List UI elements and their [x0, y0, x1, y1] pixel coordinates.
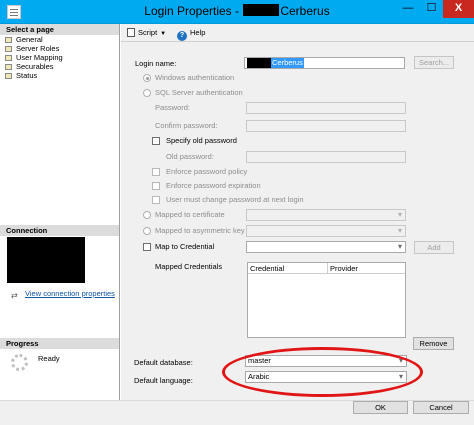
default-language-label: Default language: — [134, 376, 193, 385]
redacted-login-prefix — [247, 58, 271, 68]
help-label: Help — [190, 28, 206, 37]
password-label: Password: — [155, 103, 191, 112]
help-icon: ? — [177, 31, 187, 41]
specify-old-password-checkbox[interactable] — [152, 137, 160, 145]
login-name-field[interactable]: Cerberus — [244, 57, 405, 69]
default-database-value: master — [248, 356, 271, 365]
connection-icon: ⇄ — [11, 291, 18, 300]
remove-button[interactable]: Remove — [413, 337, 454, 350]
old-password-label: Old password: — [166, 152, 214, 161]
minimize-button[interactable]: — — [396, 0, 420, 18]
connection-heading: Connection — [0, 225, 119, 236]
sidebar-item-securables[interactable]: Securables — [5, 62, 63, 71]
script-label: Script — [138, 28, 158, 37]
windows-auth-label: Windows authentication — [155, 73, 235, 82]
sidebar-item-user-mapping[interactable]: User Mapping — [5, 53, 63, 62]
default-language-select[interactable]: Arabic — [245, 371, 407, 383]
map-credential-label: Map to Credential — [155, 242, 215, 251]
password-field[interactable] — [246, 102, 406, 114]
help-button[interactable]: ? Help — [177, 27, 206, 41]
sidebar-item-label: User Mapping — [16, 53, 63, 62]
map-credential-checkbox[interactable] — [143, 243, 151, 251]
sidebar-item-label: Status — [16, 71, 38, 80]
grid-header: Credential Provider — [248, 263, 405, 274]
progress-status: Ready — [38, 354, 60, 363]
redacted-connection-info — [7, 237, 85, 283]
sidebar-item-server-roles[interactable]: Server Roles — [5, 44, 63, 53]
chevron-down-icon[interactable]: ▼ — [160, 31, 166, 37]
sidebar-item-label: Server Roles — [16, 44, 60, 53]
login-name-value: Cerberus — [271, 58, 304, 68]
sql-auth-radio[interactable] — [143, 89, 151, 97]
must-change-checkbox[interactable] — [152, 196, 160, 204]
window-title-prefix: Login Properties - — [144, 4, 243, 18]
dialog-footer: OK Cancel — [0, 400, 474, 425]
certificate-select[interactable] — [246, 209, 406, 221]
default-database-select[interactable]: master — [245, 355, 407, 367]
sql-auth-label: SQL Server authentication — [155, 88, 243, 97]
cancel-button[interactable]: Cancel — [413, 401, 469, 414]
confirm-password-label: Confirm password: — [155, 121, 218, 130]
select-page-heading: Select a page — [0, 24, 119, 35]
mapped-certificate-radio[interactable] — [143, 211, 151, 219]
page-list: General Server Roles User Mapping Secura… — [5, 35, 63, 80]
redacted-server-name — [243, 4, 280, 16]
confirm-password-field[interactable] — [246, 120, 406, 132]
toolbar: Script ▼ ? Help — [121, 24, 474, 41]
sidebar-item-label: Securables — [16, 62, 54, 71]
progress-spinner-icon — [11, 354, 28, 371]
sidebar-item-general[interactable]: General — [5, 35, 63, 44]
mapped-credentials-label: Mapped Credentials — [155, 262, 223, 271]
default-database-label: Default database: — [134, 358, 193, 367]
window-title-login: Cerberus — [280, 4, 330, 18]
credential-select[interactable] — [246, 241, 406, 253]
page-icon — [5, 55, 12, 61]
enforce-policy-label: Enforce password policy — [166, 167, 248, 176]
toolbar-divider — [121, 41, 474, 42]
asym-key-select[interactable] — [246, 225, 406, 237]
ok-button[interactable]: OK — [353, 401, 408, 414]
page-icon — [5, 64, 12, 70]
script-button[interactable]: Script ▼ — [127, 27, 166, 38]
sidebar-item-status[interactable]: Status — [5, 71, 63, 80]
specify-old-password-label: Specify old password — [166, 136, 237, 145]
enforce-expiration-checkbox[interactable] — [152, 182, 160, 190]
grid-column-provider[interactable]: Provider — [327, 263, 358, 274]
old-password-field[interactable] — [246, 151, 406, 163]
progress-heading: Progress — [0, 338, 119, 349]
mapped-asym-key-label: Mapped to asymmetric key — [155, 226, 245, 235]
enforce-policy-checkbox[interactable] — [152, 168, 160, 176]
mapped-asym-key-radio[interactable] — [143, 227, 151, 235]
windows-auth-radio[interactable] — [143, 74, 151, 82]
enforce-expiration-label: Enforce password expiration — [166, 181, 261, 190]
view-connection-properties[interactable]: ⇄ View connection properties — [11, 289, 115, 300]
close-button[interactable]: X — [443, 0, 474, 18]
sidebar-item-label: General — [16, 35, 43, 44]
maximize-button[interactable]: ☐ — [420, 0, 443, 18]
search-button[interactable]: Search... — [414, 56, 454, 69]
add-button[interactable]: Add — [414, 241, 454, 254]
login-name-label: Login name: — [135, 59, 177, 68]
view-connection-link[interactable]: View connection properties — [25, 289, 115, 298]
default-language-value: Arabic — [248, 372, 270, 381]
page-icon — [5, 37, 12, 43]
page-icon — [5, 46, 12, 52]
title-bar: Login Properties - Cerberus — ☐ X — [0, 0, 474, 24]
must-change-label: User must change password at next login — [166, 195, 304, 204]
mapped-certificate-label: Mapped to certificate — [155, 210, 225, 219]
script-icon — [127, 28, 135, 37]
main-panel: Script ▼ ? Help Login name: Cerberus Searc… — [121, 24, 474, 400]
page-icon — [5, 73, 12, 79]
mapped-credentials-grid[interactable]: Credential Provider — [247, 262, 406, 338]
grid-column-credential[interactable]: Credential — [248, 263, 284, 274]
